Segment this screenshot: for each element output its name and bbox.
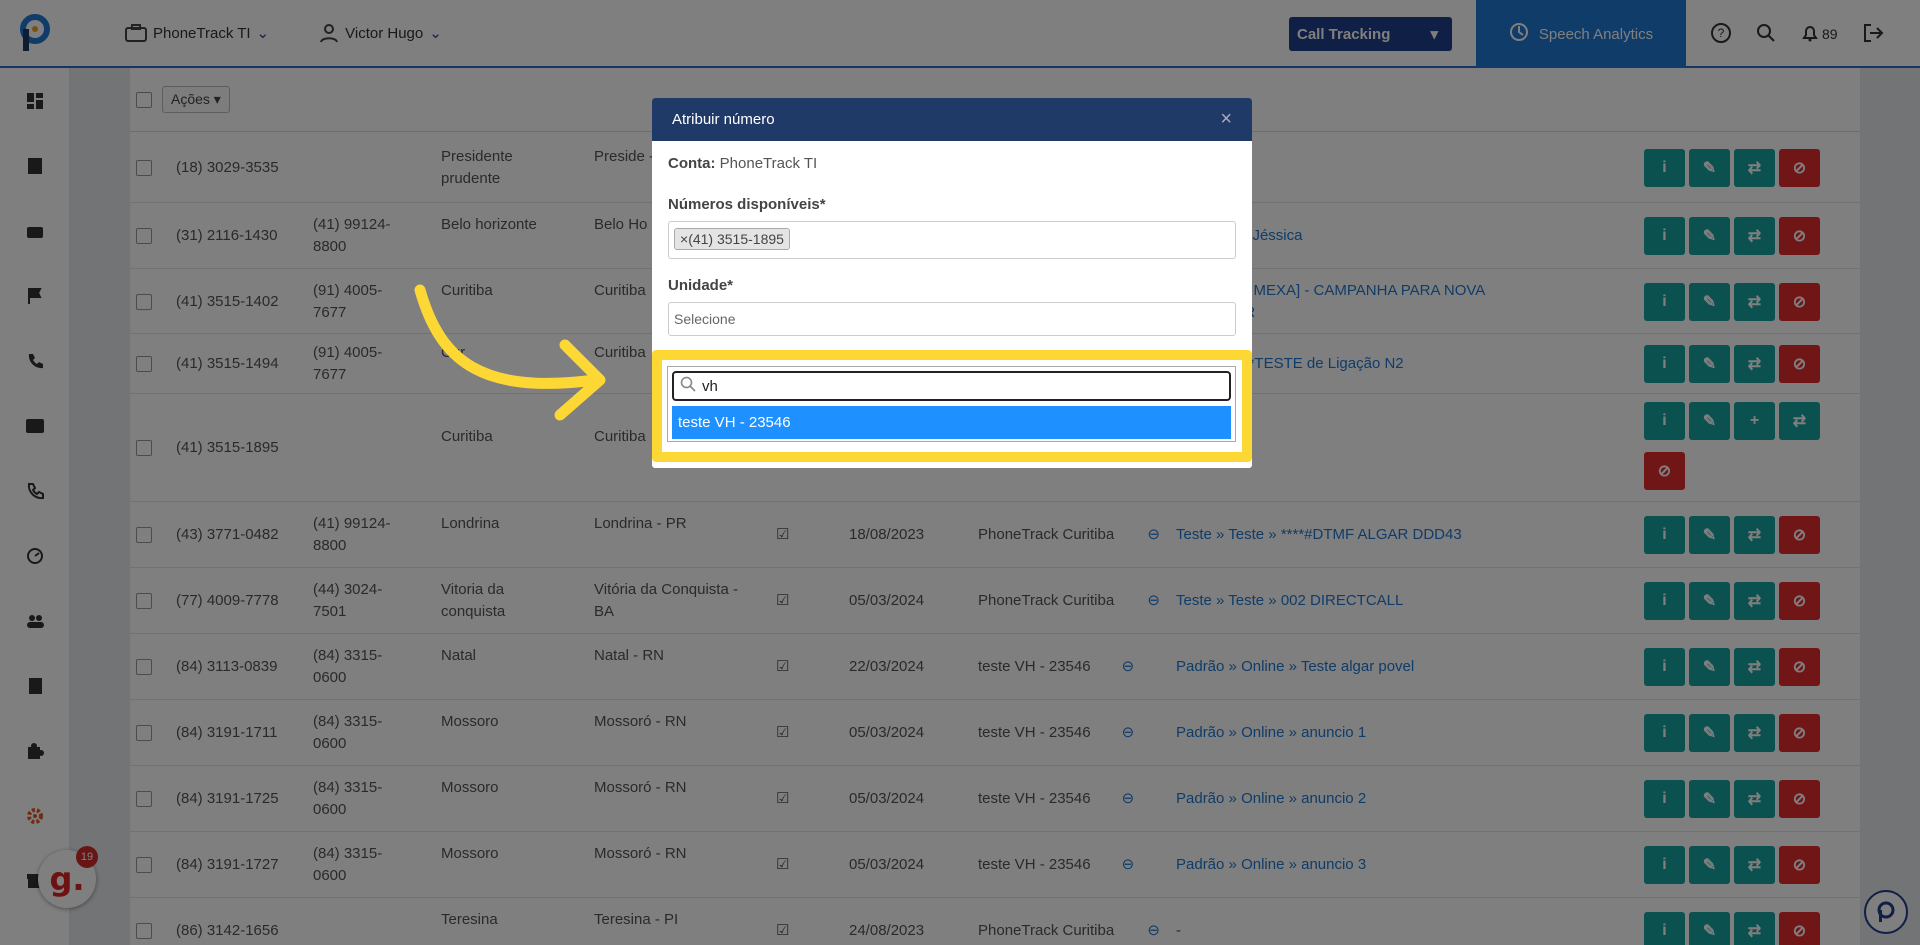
selected-number-label: (41) 3515-1895: [688, 231, 784, 247]
close-icon[interactable]: ×: [1220, 108, 1232, 131]
unit-select[interactable]: Selecione: [668, 302, 1236, 336]
account-label: Conta:: [668, 155, 716, 172]
account-value: PhoneTrack TI: [719, 155, 818, 172]
numbers-label: Números disponíveis*: [668, 196, 826, 213]
remove-tag-icon[interactable]: ×: [680, 231, 688, 247]
tutorial-highlight-box: [652, 350, 1252, 462]
unit-label: Unidade*: [668, 277, 734, 294]
modal-header: Atribuir número ×: [652, 98, 1252, 141]
unit-placeholder: Selecione: [674, 311, 736, 327]
tutorial-arrow-icon: [414, 284, 606, 421]
selected-number-tag: ×(41) 3515-1895: [674, 228, 790, 250]
numbers-multiselect[interactable]: ×(41) 3515-1895: [668, 221, 1236, 259]
modal-title: Atribuir número: [672, 111, 775, 128]
